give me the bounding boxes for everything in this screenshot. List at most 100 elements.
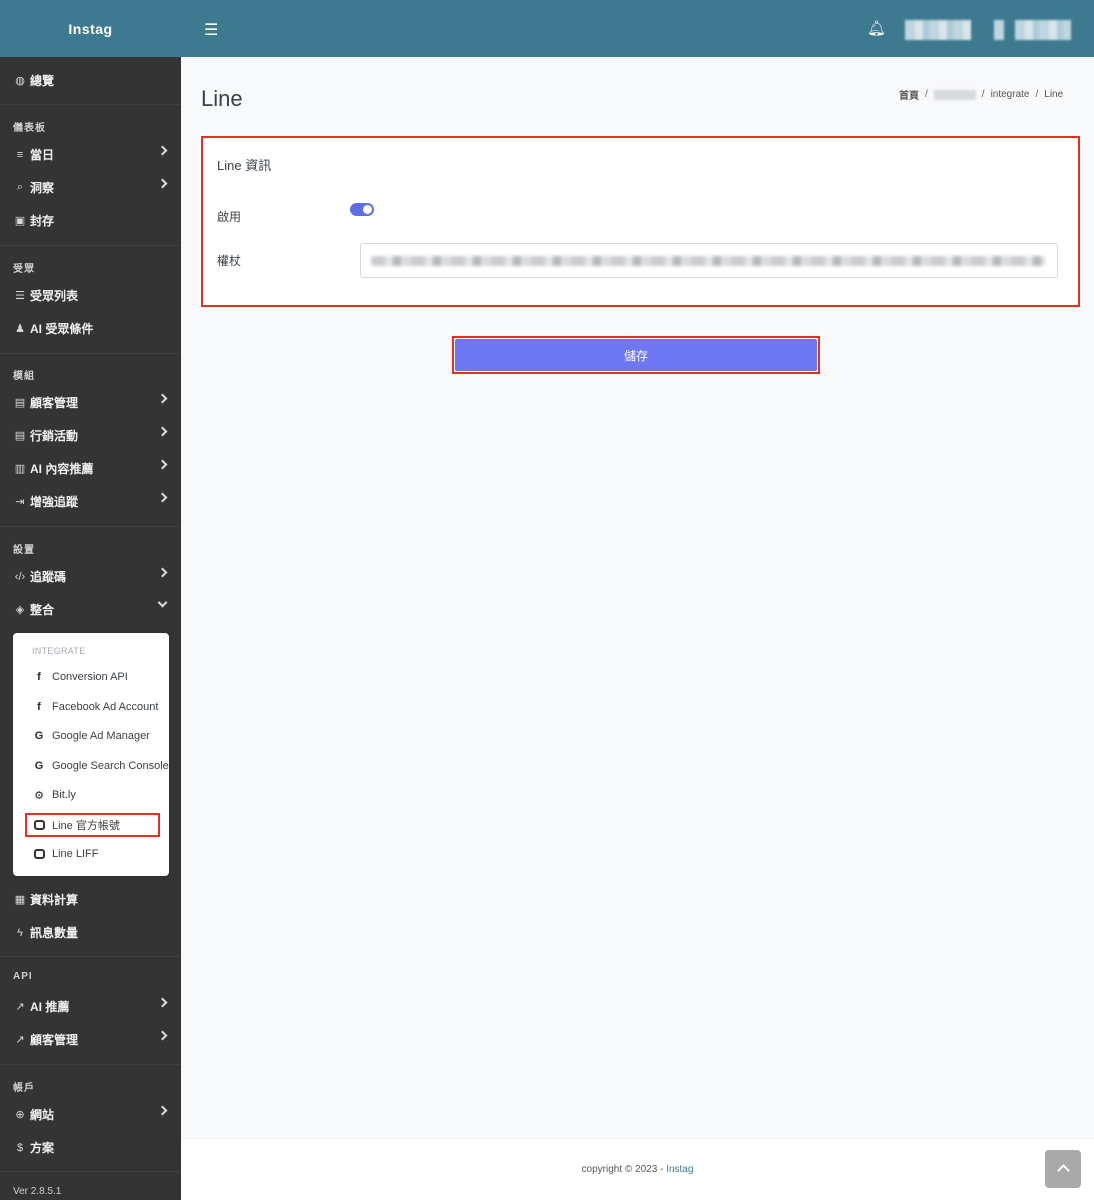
highlight-box	[25, 813, 160, 837]
brand-logo[interactable]: Instag	[0, 0, 181, 57]
sidebar-item-ai-audience[interactable]: ♟ AI 受眾條件	[0, 312, 181, 345]
token-input[interactable]	[360, 243, 1058, 278]
sidebar-item-marketing[interactable]: ▤ 行銷活動	[0, 419, 181, 452]
footer: copyright © 2023 - Instag	[181, 1138, 1094, 1200]
version-label: Ver 2.8.5.1	[13, 1186, 62, 1197]
calendar-icon: ▦	[14, 894, 26, 906]
sidebar-item-ai-content[interactable]: ▥ AI 內容推薦	[0, 452, 181, 485]
header-divider-redacted	[994, 20, 1004, 40]
sidebar: Instag ◍ 總覽 儀表板 ≡ 當日 ⌕ 洞察 ▣ 封存 受眾 ☰ 受眾列表 ♟ AI …	[0, 0, 181, 1200]
chevron-right-icon	[157, 1030, 168, 1041]
breadcrumb-home[interactable]: 首頁	[899, 87, 919, 102]
highlight-box	[201, 136, 1080, 307]
section-heading-api: API	[13, 971, 33, 982]
submenu-item-bitly[interactable]: ⚙ Bit.ly	[32, 784, 76, 806]
palette-icon: ◍	[15, 75, 25, 87]
sidebar-item-enhanced-tracking[interactable]: ⇥ 增強追蹤	[0, 485, 181, 518]
code-icon: ‹/›	[14, 570, 26, 583]
sidebar-item-message-count[interactable]: ϟ 訊息數量	[0, 916, 181, 949]
sidebar-item-audience-list[interactable]: ☰ 受眾列表	[0, 279, 181, 312]
id-card-icon: ▤	[14, 430, 26, 442]
submenu-item-label: Google Search Console	[52, 760, 169, 772]
sidebar-item-data-calc[interactable]: ▦ 資料計算	[0, 883, 181, 916]
sidebar-item-label: 洞察	[30, 181, 55, 195]
id-card-icon: ▤	[14, 397, 26, 409]
sidebar-item-daily[interactable]: ≡ 當日	[0, 138, 181, 171]
sidebar-item-overview[interactable]: ◍ 總覽	[0, 64, 181, 97]
sidebar-item-tracking-code[interactable]: ‹/› 追蹤碼	[0, 560, 181, 593]
sidebar-item-customer-mgmt[interactable]: ▤ 顧客管理	[0, 386, 181, 419]
chevron-right-icon	[157, 145, 168, 156]
chart-bars-icon: ≡	[16, 148, 24, 161]
globe-icon: ⊕	[15, 1109, 25, 1121]
dollar-icon: $	[16, 1141, 24, 1154]
submenu-item-label: Facebook Ad Account	[52, 701, 159, 713]
page-title: Line	[201, 86, 243, 111]
line-icon	[32, 849, 46, 859]
submenu-item-line-liff[interactable]: Line LIFF	[32, 843, 98, 865]
submenu-heading: INTEGRATE	[32, 646, 86, 656]
sidebar-item-label: 追蹤碼	[30, 570, 67, 584]
account-menu-redacted[interactable]	[1015, 20, 1071, 40]
user-name-redacted[interactable]	[905, 20, 971, 40]
submenu-item-facebook-ad-account[interactable]: f Facebook Ad Account	[32, 696, 158, 718]
sidebar-item-label: AI 推薦	[30, 1000, 70, 1014]
archive-icon: ▣	[14, 215, 26, 227]
sidebar-item-integration[interactable]: ◈ 整合	[0, 593, 181, 626]
chevron-right-icon	[157, 567, 168, 578]
sidebar-item-label: 封存	[30, 214, 55, 228]
section-heading-modules: 模組	[13, 371, 35, 382]
user-gear-icon: ♟	[15, 323, 25, 335]
sidebar-divider	[0, 1064, 181, 1065]
chevron-right-icon	[157, 997, 168, 1008]
footer-brand-link[interactable]: Instag	[666, 1164, 693, 1175]
sidebar-divider	[0, 353, 181, 354]
submenu-item-google-ad-manager[interactable]: G Google Ad Manager	[32, 725, 150, 747]
section-heading-account: 帳戶	[13, 1083, 35, 1094]
submenu-item-label: Google Ad Manager	[52, 730, 150, 742]
copyright-label: copyright © 2023 -	[581, 1164, 667, 1175]
sidebar-item-label: 顧客管理	[30, 1033, 79, 1047]
sidebar-divider	[0, 526, 181, 527]
copyright-text: copyright © 2023 - Instag	[181, 1164, 1094, 1175]
google-icon: G	[34, 730, 44, 742]
sidebar-item-label: 當日	[30, 148, 55, 162]
sidebar-item-label: 顧客管理	[30, 396, 79, 410]
sidebar-item-label: AI 受眾條件	[30, 322, 94, 336]
sidebar-item-ai-recommend[interactable]: ↗ AI 推薦	[0, 990, 181, 1023]
sidebar-item-archive[interactable]: ▣ 封存	[0, 204, 181, 237]
card-title: Line 資訊	[217, 158, 272, 173]
external-link-icon: ↗	[15, 1001, 25, 1013]
enable-toggle[interactable]	[350, 203, 374, 216]
sidebar-item-website[interactable]: ⊕ 網站	[0, 1098, 181, 1131]
chevron-down-icon	[157, 597, 168, 608]
breadcrumb-separator: /	[981, 89, 985, 100]
sidebar-item-api-customer-mgmt[interactable]: ↗ 顧客管理	[0, 1023, 181, 1056]
submenu-item-google-search-console[interactable]: G Google Search Console	[32, 755, 169, 777]
breadcrumb-current: Line	[1044, 89, 1064, 100]
breadcrumb-integrate[interactable]: integrate	[991, 89, 1030, 100]
chevron-right-icon	[157, 393, 168, 404]
sidebar-item-label: 資料計算	[30, 893, 79, 907]
sidebar-divider	[0, 104, 181, 105]
section-heading-audience: 受眾	[13, 264, 35, 275]
bolt-icon: ϟ	[17, 926, 23, 939]
enable-label: 啟用	[217, 210, 242, 224]
sidebar-item-insight[interactable]: ⌕ 洞察	[0, 171, 181, 204]
breadcrumb-site-redacted[interactable]	[933, 89, 976, 100]
sidebar-item-label: 方案	[30, 1141, 55, 1155]
submenu-item-conversion-api[interactable]: f Conversion API	[32, 666, 128, 688]
sidebar-divider	[0, 245, 181, 246]
chevron-right-icon	[157, 1105, 168, 1116]
scroll-to-top-button[interactable]	[1045, 1150, 1081, 1188]
save-button[interactable]: 儲存	[455, 339, 817, 371]
top-header: ☰ 🔔︎	[181, 0, 1094, 57]
sign-out-icon: ⇥	[15, 496, 25, 508]
chevron-right-icon	[157, 426, 168, 437]
sidebar-item-plan[interactable]: $ 方案	[0, 1131, 181, 1164]
sidebar-divider	[0, 956, 181, 957]
bell-icon[interactable]: 🔔︎	[867, 19, 886, 37]
hamburger-icon[interactable]: ☰	[204, 20, 218, 40]
token-value-redacted	[371, 256, 1045, 266]
breadcrumb-separator: /	[1035, 89, 1039, 100]
